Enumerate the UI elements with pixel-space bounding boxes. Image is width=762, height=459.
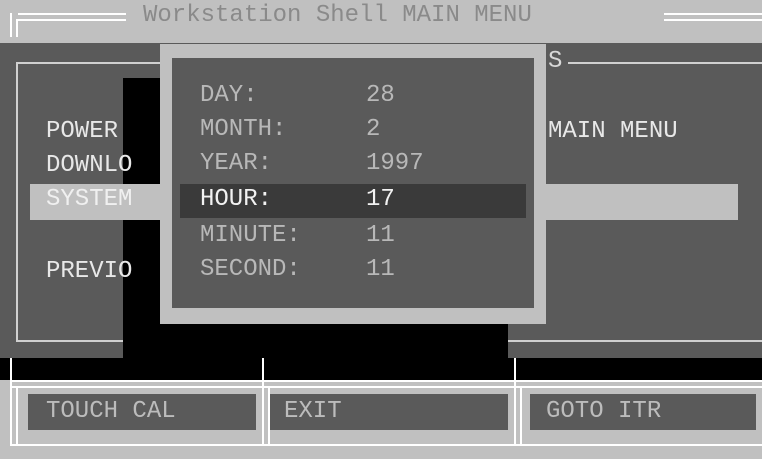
menu-item-power[interactable]: POWER (46, 118, 118, 146)
field-value-minute[interactable]: 11 (366, 222, 395, 250)
right-frame-title: S (548, 48, 563, 75)
field-label-month: MONTH: (200, 116, 287, 143)
touch-cal-label: TOUCH CAL (46, 398, 176, 425)
field-value-day[interactable]: 28 (366, 82, 395, 110)
main-menu-title: Workstation Shell MAIN MENU (143, 2, 532, 29)
right-main-menu-label: MAIN MENU (548, 118, 678, 145)
exit-button[interactable]: EXIT (270, 394, 508, 430)
field-value-hour[interactable]: 17 (366, 186, 395, 214)
title-bar: Workstation Shell MAIN MENU (0, 0, 762, 37)
field-label-day: DAY: (200, 82, 258, 109)
field-label-second: SECOND: (200, 256, 301, 283)
field-value-month[interactable]: 2 (366, 116, 380, 144)
field-label-year: YEAR: (200, 150, 273, 177)
goto-itr-button[interactable]: GOTO ITR (530, 394, 756, 430)
touch-cal-button[interactable]: TOUCH CAL (28, 394, 256, 430)
field-label-minute: MINUTE: (200, 222, 301, 249)
field-value-second[interactable]: 11 (366, 256, 395, 284)
menu-item-download[interactable]: DOWNLO (46, 152, 132, 180)
menu-item-system[interactable]: SYSTEM (46, 186, 132, 214)
field-value-year[interactable]: 1997 (366, 150, 424, 178)
goto-itr-label: GOTO ITR (546, 398, 662, 425)
menu-item-previous[interactable]: PREVIO (46, 258, 132, 286)
field-label-hour: HOUR: (200, 186, 273, 213)
exit-label: EXIT (284, 398, 342, 425)
